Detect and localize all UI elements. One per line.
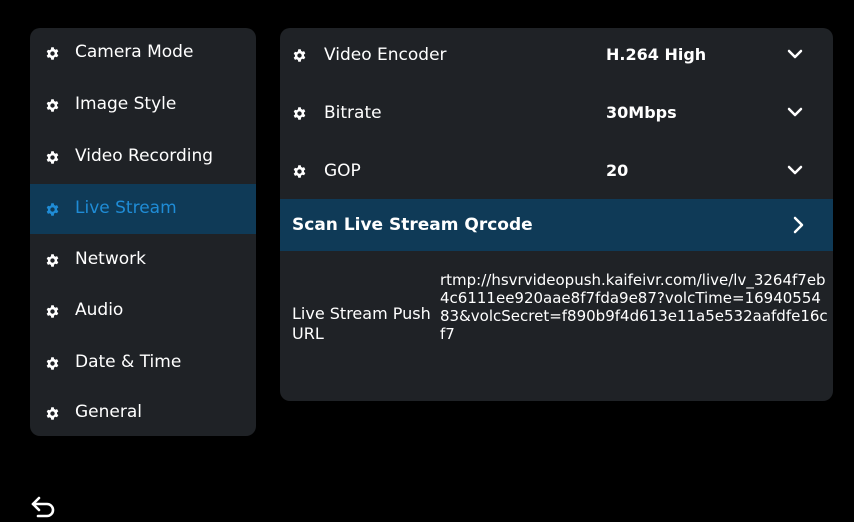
gear-icon xyxy=(46,151,59,164)
gop-dropdown[interactable]: GOP 20 xyxy=(280,144,833,200)
video-encoder-dropdown[interactable]: Video Encoder H.264 High xyxy=(280,28,833,84)
gear-icon xyxy=(293,107,306,120)
sidebar-item-label: Audio xyxy=(75,300,124,320)
bitrate-dropdown[interactable]: Bitrate 30Mbps xyxy=(280,86,833,142)
video-encoder-value: H.264 High xyxy=(606,45,707,64)
back-arrow-icon[interactable] xyxy=(30,494,58,518)
sidebar-item-label: Network xyxy=(75,249,146,269)
settings-sidebar: Camera Mode Image Style Video Recording … xyxy=(30,28,256,436)
gear-icon xyxy=(293,49,306,62)
sidebar-item-label: Camera Mode xyxy=(75,42,194,62)
gear-icon xyxy=(293,165,306,178)
sidebar-item-label: Live Stream xyxy=(75,198,177,218)
sidebar-item-date-time[interactable]: Date & Time xyxy=(30,338,256,388)
scan-qrcode-label: Scan Live Stream Qrcode xyxy=(292,215,533,235)
chevron-right-icon xyxy=(793,216,804,234)
push-url-label: Live Stream Push URL xyxy=(292,304,431,343)
gear-icon xyxy=(46,203,59,216)
gop-value: 20 xyxy=(606,161,629,180)
push-url-value: rtmp://hsvrvideopush.kaifeivr.com/live/l… xyxy=(440,271,828,343)
chevron-down-icon xyxy=(787,165,803,175)
sidebar-item-live-stream[interactable]: Live Stream xyxy=(30,184,256,234)
sidebar-item-video-recording[interactable]: Video Recording xyxy=(30,132,256,182)
sidebar-item-label: Image Style xyxy=(75,94,177,114)
live-stream-settings-panel: Video Encoder H.264 High Bitrate 30Mbps … xyxy=(280,28,833,401)
gear-icon xyxy=(46,47,59,60)
sidebar-item-label: Video Recording xyxy=(75,146,214,166)
bitrate-label: Bitrate xyxy=(324,103,382,123)
chevron-down-icon xyxy=(787,107,803,117)
gop-label: GOP xyxy=(324,161,361,181)
sidebar-item-camera-mode[interactable]: Camera Mode xyxy=(30,28,256,78)
sidebar-item-label: General xyxy=(75,402,142,422)
sidebar-item-image-style[interactable]: Image Style xyxy=(30,80,256,130)
video-encoder-label: Video Encoder xyxy=(324,45,447,65)
gear-icon xyxy=(46,99,59,112)
gear-icon xyxy=(46,254,59,267)
bitrate-value: 30Mbps xyxy=(606,103,677,122)
gear-icon xyxy=(46,305,59,318)
sidebar-item-network[interactable]: Network xyxy=(30,235,256,285)
scan-live-stream-qrcode-button[interactable]: Scan Live Stream Qrcode xyxy=(280,199,833,251)
sidebar-item-general[interactable]: General xyxy=(30,388,256,436)
sidebar-item-label: Date & Time xyxy=(75,352,182,372)
sidebar-item-audio[interactable]: Audio xyxy=(30,286,256,336)
gear-icon xyxy=(46,357,59,370)
gear-icon xyxy=(46,407,59,420)
chevron-down-icon xyxy=(787,49,803,59)
